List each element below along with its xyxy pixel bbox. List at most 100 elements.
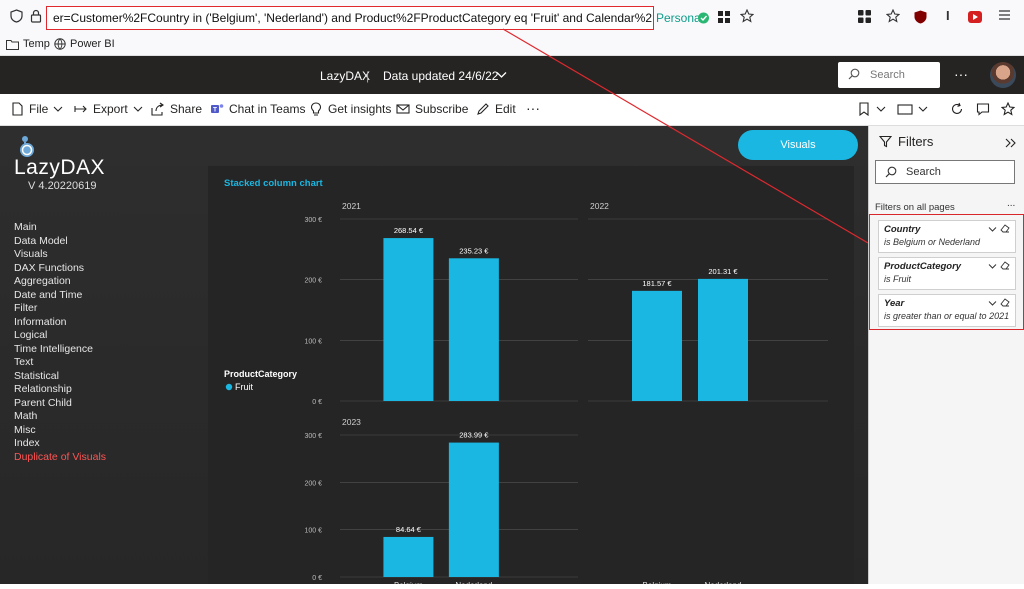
chevron-down-icon[interactable] bbox=[988, 300, 997, 307]
svg-text:T: T bbox=[213, 107, 217, 114]
powerbi-header: LazyDAX | Data updated 24/6/22 Search ··… bbox=[0, 56, 1024, 94]
y-tick-label: 100 € bbox=[304, 528, 322, 535]
nav-item-date-and-time[interactable]: Date and Time bbox=[14, 289, 106, 303]
bar-2021-nederland bbox=[448, 258, 499, 401]
data-updated[interactable]: Data updated 24/6/22 bbox=[383, 69, 498, 83]
panel-label-2023: 2023 bbox=[342, 417, 361, 427]
nav-item-logical[interactable]: Logical bbox=[14, 329, 106, 343]
chevron-down-icon bbox=[53, 106, 63, 112]
panel-label-2021: 2021 bbox=[342, 201, 361, 211]
comment-icon[interactable] bbox=[976, 102, 990, 116]
subscribe-label: Subscribe bbox=[415, 102, 469, 116]
nav-item-dax-functions[interactable]: DAX Functions bbox=[14, 262, 106, 276]
bookmark-label: Power BI bbox=[70, 38, 115, 50]
data-label: 201.31 € bbox=[708, 267, 738, 276]
filters-pane: Filters Search Filters on all pages ... … bbox=[868, 126, 1024, 584]
address-bar[interactable]: er=Customer%2FCountry in ('Belgium', 'Ne… bbox=[46, 6, 654, 30]
grid-apps-icon[interactable] bbox=[718, 11, 730, 26]
instapaper-icon[interactable]: I bbox=[946, 8, 950, 23]
bar-2022-belgium bbox=[632, 290, 682, 401]
nav-item-math[interactable]: Math bbox=[14, 410, 106, 424]
more-actions[interactable]: ··· bbox=[526, 100, 540, 116]
brand-title: LazyDAX bbox=[14, 156, 106, 179]
edit-button[interactable]: Edit bbox=[476, 102, 516, 116]
header-separator: | bbox=[366, 69, 370, 83]
nav-item-duplicate-of-visuals[interactable]: Duplicate of Visuals bbox=[14, 451, 106, 465]
filters-section-label: Filters on all pages bbox=[875, 202, 955, 213]
filter-card-year[interactable]: Year is greater than or equal to 2021 bbox=[878, 294, 1016, 327]
y-tick-label: 200 € bbox=[304, 278, 322, 285]
nav-item-information[interactable]: Information bbox=[14, 316, 106, 330]
nav-item-index[interactable]: Index bbox=[14, 437, 106, 451]
filter-value: is Fruit bbox=[884, 274, 911, 284]
share-icon bbox=[151, 102, 164, 116]
menu-icon[interactable] bbox=[998, 9, 1011, 24]
nav-item-time-intelligence[interactable]: Time Intelligence bbox=[14, 343, 106, 357]
chevron-down-icon[interactable] bbox=[496, 68, 507, 82]
video-ext-icon[interactable] bbox=[968, 11, 982, 26]
ublock-icon[interactable] bbox=[914, 10, 927, 27]
bookmarks-bar: Temp Power BI bbox=[0, 34, 1024, 56]
nav-item-aggregation[interactable]: Aggregation bbox=[14, 275, 106, 289]
y-tick-label: 0 € bbox=[312, 399, 322, 406]
chart-title: Stacked column chart bbox=[224, 178, 324, 189]
refresh-icon[interactable] bbox=[950, 102, 964, 116]
collapse-icon[interactable] bbox=[1005, 135, 1017, 153]
share-button[interactable]: Share bbox=[151, 102, 202, 116]
legend-item-fruit[interactable]: Fruit bbox=[235, 382, 253, 392]
chevron-down-icon bbox=[876, 106, 886, 112]
visuals-button[interactable]: Visuals bbox=[738, 130, 858, 160]
chat-in-teams-button[interactable]: T Chat in Teams bbox=[210, 102, 305, 116]
pencil-icon bbox=[477, 103, 489, 115]
avatar[interactable] bbox=[990, 62, 1016, 88]
bookmark-icon[interactable] bbox=[857, 102, 886, 116]
section-more[interactable]: ... bbox=[1007, 198, 1015, 209]
chevron-down-icon[interactable] bbox=[988, 226, 997, 233]
filter-card-productcategory[interactable]: ProductCategory is Fruit bbox=[878, 257, 1016, 290]
nav-item-parent-child[interactable]: Parent Child bbox=[14, 397, 106, 411]
get-insights-button[interactable]: Get insights bbox=[309, 102, 391, 116]
stacked-column-chart[interactable]: Stacked column chart ProductCategory Fru… bbox=[208, 166, 854, 589]
search-icon bbox=[885, 166, 897, 181]
view-icon[interactable] bbox=[897, 102, 928, 116]
favorites-icon[interactable] bbox=[885, 8, 901, 26]
page-navigation: Main Data Model Visuals DAX Functions Ag… bbox=[14, 221, 106, 464]
nav-item-main[interactable]: Main bbox=[14, 221, 106, 235]
data-label: 84.64 € bbox=[396, 525, 422, 534]
extensions-icon[interactable] bbox=[858, 10, 871, 26]
bookmark-temp[interactable]: Temp bbox=[6, 38, 50, 50]
eraser-icon[interactable] bbox=[1000, 298, 1010, 307]
export-label: Export bbox=[93, 102, 128, 116]
apple-icon[interactable] bbox=[697, 11, 710, 27]
chevron-down-icon[interactable] bbox=[988, 263, 997, 270]
nav-item-text[interactable]: Text bbox=[14, 356, 106, 370]
nav-item-statistical[interactable]: Statistical bbox=[14, 370, 106, 384]
nav-item-relationship[interactable]: Relationship bbox=[14, 383, 106, 397]
workspace-name[interactable]: LazyDAX bbox=[320, 69, 370, 83]
nav-item-misc[interactable]: Misc bbox=[14, 424, 106, 438]
lock-icon[interactable] bbox=[30, 9, 42, 26]
header-search[interactable]: Search bbox=[838, 62, 940, 88]
bookmark-power-bi[interactable]: Power BI bbox=[54, 38, 115, 50]
subscribe-button[interactable]: Subscribe bbox=[396, 102, 468, 116]
nav-item-data-model[interactable]: Data Model bbox=[14, 235, 106, 249]
eraser-icon[interactable] bbox=[1000, 224, 1010, 233]
version-label: V 4.20220619 bbox=[28, 180, 97, 192]
filter-card-country[interactable]: Country is Belgium or Nederland bbox=[878, 220, 1016, 253]
more-options[interactable]: ··· bbox=[954, 66, 968, 82]
export-menu[interactable]: Export bbox=[74, 102, 143, 116]
eraser-icon[interactable] bbox=[1000, 261, 1010, 270]
chart-panel[interactable]: Stacked column chart ProductCategory Fru… bbox=[208, 166, 854, 589]
file-icon bbox=[12, 102, 23, 116]
bar-2021-belgium bbox=[383, 238, 434, 401]
nav-item-filter[interactable]: Filter bbox=[14, 302, 106, 316]
file-menu[interactable]: File bbox=[10, 102, 63, 116]
favorite-icon[interactable] bbox=[1001, 102, 1015, 116]
filter-search-input[interactable]: Search bbox=[875, 160, 1015, 184]
data-label: 181.57 € bbox=[642, 279, 672, 288]
star-icon[interactable] bbox=[739, 8, 755, 26]
search-placeholder: Search bbox=[870, 69, 905, 81]
nav-item-visuals[interactable]: Visuals bbox=[14, 248, 106, 262]
shield-icon[interactable] bbox=[10, 9, 23, 26]
filter-card-actions bbox=[988, 224, 1010, 235]
